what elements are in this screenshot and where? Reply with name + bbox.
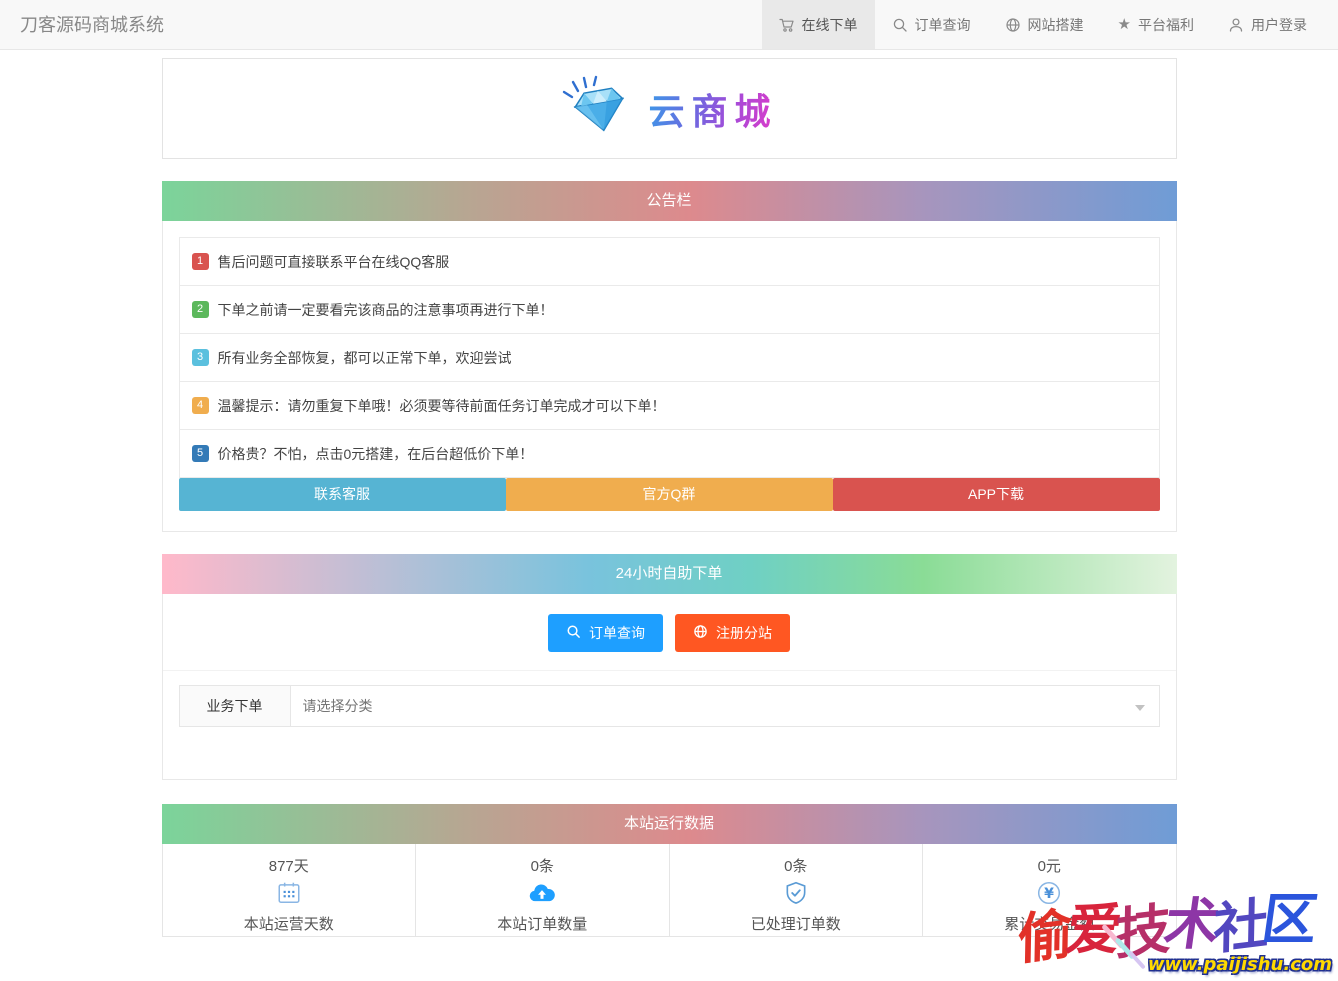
nav-label: 网站搭建 (1028, 15, 1084, 35)
order-form-label: 业务下单 (179, 685, 291, 727)
cart-icon (779, 17, 795, 33)
logo-title: 云商城 (648, 83, 777, 135)
search-icon (566, 624, 581, 642)
order-form-row: 业务下单 请选择分类 (179, 685, 1160, 727)
nav-item-site-build[interactable]: 网站搭建 (988, 0, 1101, 49)
diamond-logo-icon (560, 75, 632, 142)
announcement-text: 温馨提示：请勿重复下单哦！必须要等待前面任务订单完成才可以下单！ (218, 396, 666, 416)
cloud-upload-icon (416, 880, 669, 910)
sparkle-icon (1128, 950, 1146, 969)
register-substation-button[interactable]: 注册分站 (675, 614, 790, 652)
announcement-number-badge: 5 (192, 445, 209, 462)
user-icon (1228, 17, 1244, 33)
globe-icon (1005, 17, 1021, 33)
nav-label: 订单查询 (915, 15, 971, 35)
stats-header: 本站运行数据 (162, 804, 1177, 844)
stat-value: 0条 (416, 855, 669, 876)
app-download-button[interactable]: APP下载 (833, 478, 1160, 511)
announcement-item[interactable]: 5 价格贵？不怕，点击0元搭建，在后台超低价下单！ (180, 430, 1159, 478)
logo-card: 云商城 (162, 58, 1177, 159)
nav-item-platform-benefits[interactable]: ★ 平台福利 (1101, 0, 1211, 49)
announcement-number-badge: 1 (192, 253, 209, 270)
announcement-card: 1 售后问题可直接联系平台在线QQ客服 2 下单之前请一定要看完该商品的注意事项… (162, 221, 1177, 532)
announcement-text: 售后问题可直接联系平台在线QQ客服 (218, 252, 450, 272)
svg-text:¥: ¥ (1044, 886, 1054, 902)
stat-processed-orders: 0条 已处理订单数 (670, 844, 924, 936)
category-select-value: 请选择分类 (303, 698, 373, 714)
shield-check-icon (670, 880, 923, 910)
contact-support-button[interactable]: 联系客服 (179, 478, 506, 511)
nav-item-order-query[interactable]: 订单查询 (875, 0, 988, 49)
announcement-number-badge: 2 (192, 301, 209, 318)
announcement-list: 1 售后问题可直接联系平台在线QQ客服 2 下单之前请一定要看完该商品的注意事项… (179, 237, 1160, 478)
stat-value: 0元 (923, 855, 1176, 876)
stat-running-days: 877天 本站运营天数 (163, 844, 417, 936)
announcement-header: 公告栏 (162, 181, 1177, 221)
nav-item-online-order[interactable]: 在线下单 (762, 0, 875, 49)
nav-item-user-login[interactable]: 用户登录 (1211, 0, 1324, 49)
stats-card: 877天 本站运营天数 0条 (162, 844, 1177, 937)
announcement-number-badge: 3 (192, 349, 209, 366)
announcement-number-badge: 4 (192, 397, 209, 414)
stat-label: 本站订单数量 (416, 913, 669, 934)
stat-total-amount: 0元 ¥ 累计交易金额 (923, 844, 1176, 936)
selfservice-card: 订单查询 注册分站 业务下单 请选择分类 (162, 594, 1177, 780)
globe-icon (693, 624, 708, 642)
announcement-item[interactable]: 3 所有业务全部恢复，都可以正常下单，欢迎尝试 (180, 334, 1159, 382)
stat-value: 877天 (163, 855, 416, 876)
sparkle-icon (1114, 937, 1135, 960)
selfservice-buttons: 订单查询 注册分站 (163, 594, 1176, 671)
main-nav: 在线下单 订单查询 网站搭建 ★ 平台福利 (762, 0, 1324, 49)
announcement-text: 价格贵？不怕，点击0元搭建，在后台超低价下单！ (218, 444, 534, 464)
announcement-item[interactable]: 2 下单之前请一定要看完该商品的注意事项再进行下单！ (180, 286, 1159, 334)
order-query-button[interactable]: 订单查询 (548, 614, 663, 652)
announcement-buttons: 联系客服 官方Q群 APP下载 (179, 478, 1160, 511)
chevron-down-icon (1135, 705, 1145, 711)
calendar-icon (163, 880, 416, 910)
nav-label: 在线下单 (802, 15, 858, 35)
stat-label: 本站运营天数 (163, 913, 416, 934)
stat-label: 已处理订单数 (670, 913, 923, 934)
announcement-text: 下单之前请一定要看完该商品的注意事项再进行下单！ (218, 300, 554, 320)
selfservice-header: 24小时自助下单 (162, 554, 1177, 594)
category-select[interactable]: 请选择分类 (291, 685, 1160, 727)
announcement-item[interactable]: 4 温馨提示：请勿重复下单哦！必须要等待前面任务订单完成才可以下单！ (180, 382, 1159, 430)
stat-value: 0条 (670, 855, 923, 876)
star-icon: ★ (1118, 17, 1131, 32)
announcement-text: 所有业务全部恢复，都可以正常下单，欢迎尝试 (218, 348, 512, 368)
button-label: 注册分站 (716, 623, 772, 643)
search-icon (892, 17, 908, 33)
stat-label: 累计交易金额 (923, 913, 1176, 934)
button-label: 订单查询 (589, 623, 645, 643)
watermark-url: www.paijishu.com (1018, 954, 1334, 975)
announcement-item[interactable]: 1 售后问题可直接联系平台在线QQ客服 (180, 238, 1159, 286)
site-title: 刀客源码商城系统 (0, 0, 184, 49)
yuan-circle-icon: ¥ (923, 880, 1176, 910)
stat-order-count: 0条 本站订单数量 (416, 844, 670, 936)
official-qq-group-button[interactable]: 官方Q群 (506, 478, 833, 511)
top-navbar: 刀客源码商城系统 在线下单 订单查询 网站搭建 (0, 0, 1338, 50)
nav-label: 平台福利 (1138, 15, 1194, 35)
nav-label: 用户登录 (1251, 15, 1307, 35)
